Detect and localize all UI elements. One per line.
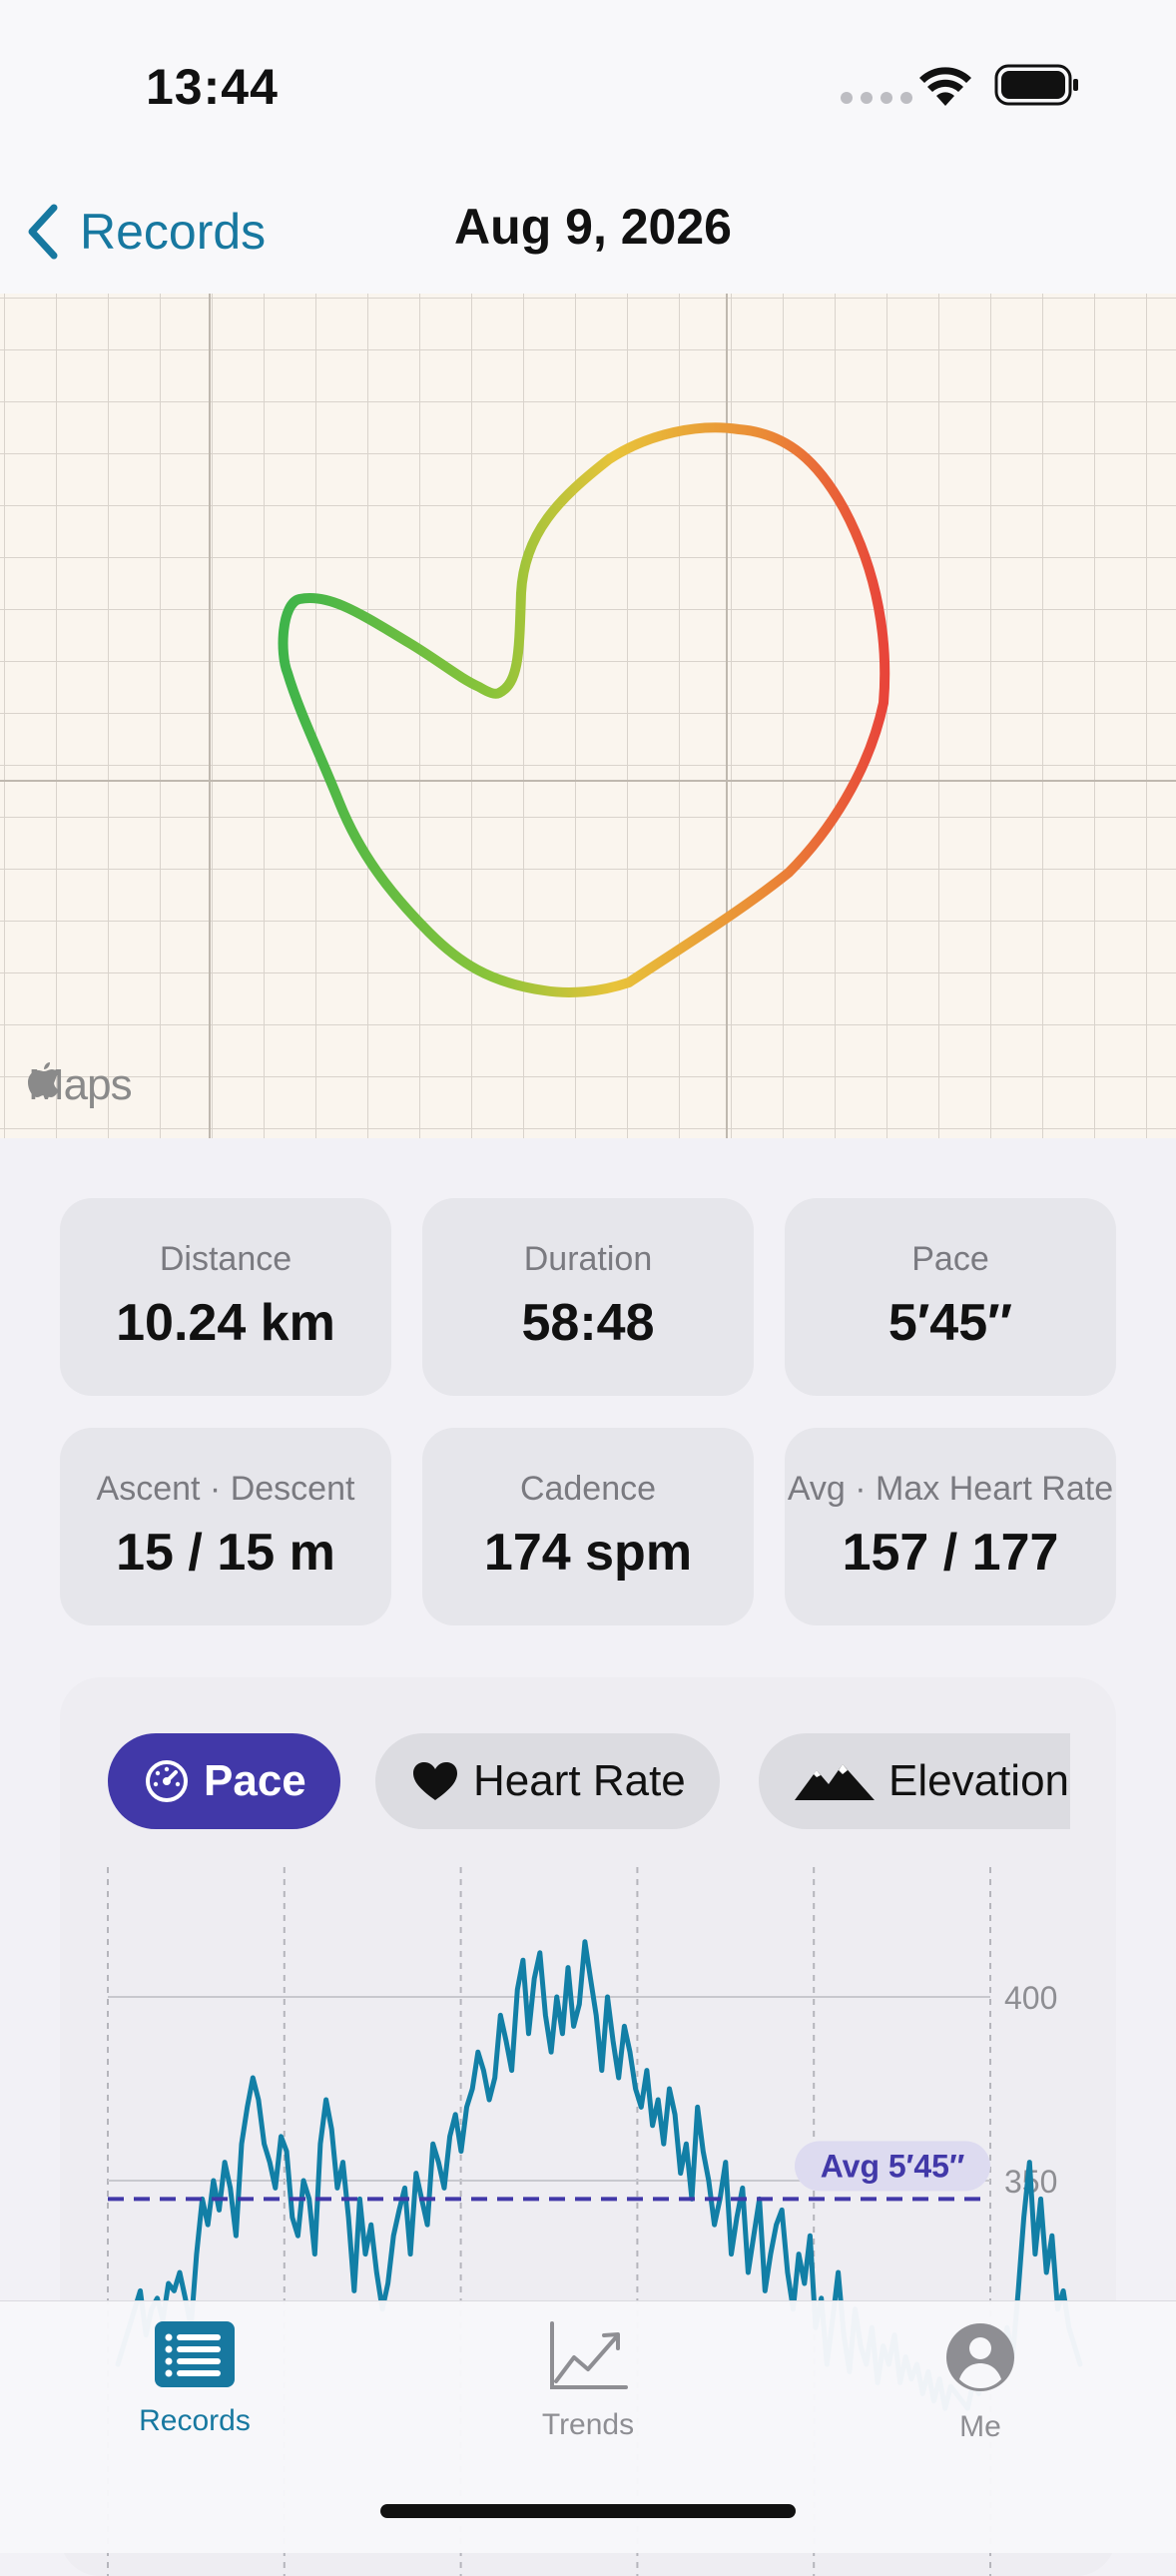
route-map[interactable]: Maps	[0, 294, 1176, 1138]
stat-value: 157 / 177	[842, 1524, 1059, 1582]
tab-pace[interactable]: Pace	[108, 1733, 340, 1829]
tab-label: Pace	[204, 1756, 306, 1805]
tab-records[interactable]: Records	[45, 2321, 344, 2438]
stat-value: 58:48	[521, 1294, 655, 1352]
stat-label: Duration	[523, 1240, 653, 1278]
stat-label: Distance	[159, 1240, 293, 1278]
route-svg	[0, 294, 1176, 1138]
trends-icon	[550, 2321, 628, 2389]
stat-card-heart-rate: Avg · Max Heart Rate 157 / 177	[785, 1428, 1116, 1625]
status-bar: 13:44	[0, 0, 1176, 170]
speedometer-icon	[146, 1760, 188, 1802]
tab-me[interactable]: Me	[831, 2321, 1130, 2444]
apple-logo-icon	[28, 1062, 59, 1097]
heart-icon	[413, 1762, 457, 1800]
avg-pace-label: Avg 5′45″	[821, 2148, 965, 2184]
battery-icon	[994, 64, 1078, 106]
stat-value: 174 spm	[483, 1524, 693, 1582]
page-title: Aug 9, 2026	[454, 199, 732, 255]
route-path	[278, 422, 890, 997]
tab-label: Trends	[541, 2408, 635, 2441]
mountains-icon	[795, 1764, 875, 1800]
stat-label: Pace	[911, 1240, 989, 1278]
stat-label: Ascent · Descent	[96, 1470, 355, 1508]
stat-value: 10.24 km	[116, 1294, 335, 1352]
tab-label: Elevation	[888, 1756, 1070, 1805]
home-indicator	[380, 2504, 796, 2518]
tab-trends[interactable]: Trends	[438, 2321, 738, 2442]
navigation-bar: Records Aug 9, 2026	[0, 170, 1176, 295]
stat-card-ascent-descent: Ascent · Descent 15 / 15 m	[60, 1428, 391, 1625]
maps-attribution[interactable]: Maps	[28, 1060, 133, 1110]
chart-y-tick-label: 400	[1004, 1980, 1057, 2016]
tab-label: Me	[959, 2410, 1001, 2443]
stat-card-pace: Pace 5′45″	[785, 1198, 1116, 1396]
stat-value: 5′45″	[887, 1294, 1013, 1352]
records-icon	[155, 2321, 235, 2387]
chart-tabs: Pace Heart Rate Elevation	[108, 1733, 1070, 1837]
tab-label: Records	[139, 2404, 251, 2437]
tab-heart-rate[interactable]: Heart Rate	[375, 1733, 720, 1829]
tab-elevation[interactable]: Elevation	[759, 1733, 1070, 1829]
wifi-icon	[919, 67, 971, 106]
tab-label: Heart Rate	[473, 1756, 686, 1805]
stat-card-duration: Duration 58:48	[422, 1198, 754, 1396]
stat-label: Cadence	[519, 1470, 657, 1508]
stat-card-cadence: Cadence 174 spm	[422, 1428, 754, 1625]
stat-value: 15 / 15 m	[116, 1524, 335, 1582]
person-icon	[946, 2323, 1014, 2391]
stat-label: Avg · Max Heart Rate	[787, 1470, 1114, 1508]
stat-card-distance: Distance 10.24 km	[60, 1198, 391, 1396]
status-time: 13:44	[146, 59, 279, 115]
cellular-signal-icon	[841, 92, 912, 104]
